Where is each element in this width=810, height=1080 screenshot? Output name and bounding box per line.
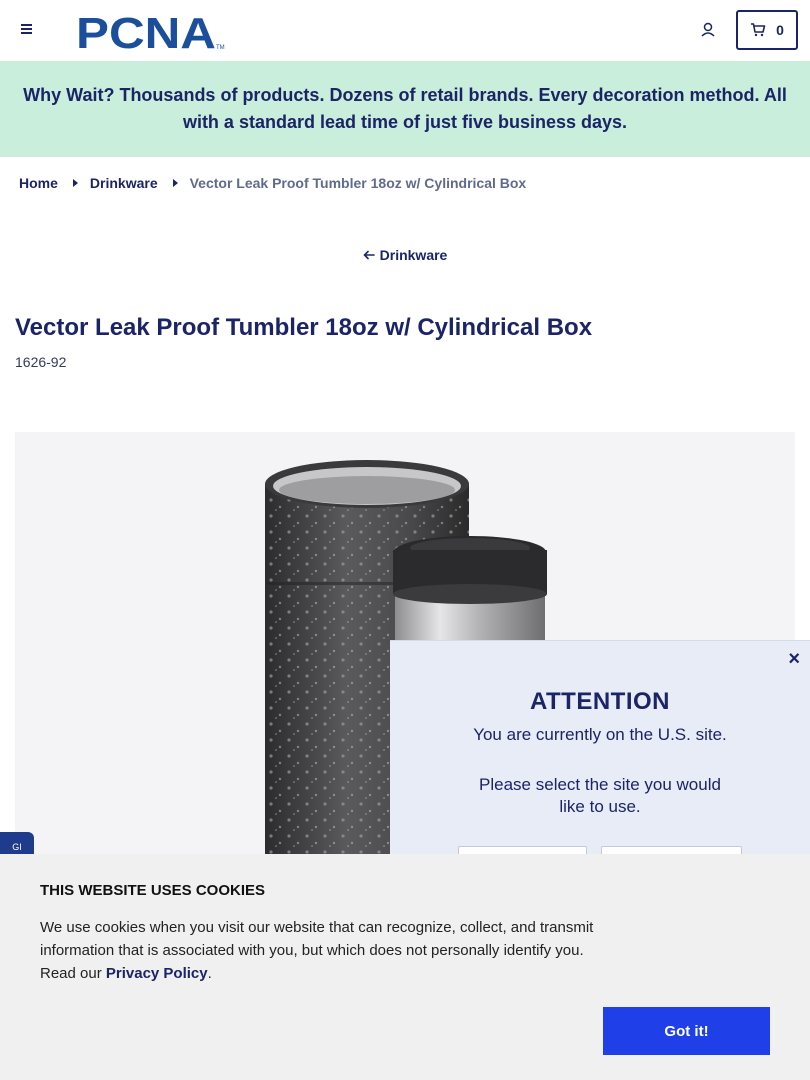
back-to-category-link[interactable]: Drinkware — [363, 247, 448, 263]
feedback-tab-label: GI — [12, 842, 22, 852]
pcna-logo[interactable]: PCNA TM — [76, 11, 226, 51]
cookie-banner-text: We use cookies when you visit our websit… — [40, 916, 610, 985]
back-link-label: Drinkware — [379, 247, 448, 263]
breadcrumb-current: Vector Leak Proof Tumbler 18oz w/ Cylind… — [189, 175, 527, 191]
arrow-left-icon — [363, 250, 375, 260]
modal-title: ATTENTION — [529, 688, 671, 715]
product-title: Vector Leak Proof Tumbler 18oz w/ Cylind… — [15, 314, 593, 341]
breadcrumb-caret-icon — [172, 179, 178, 187]
cookie-banner: THIS WEBSITE USES COOKIES We use cookies… — [0, 854, 810, 1080]
cart-icon — [751, 23, 766, 37]
product-sku: 1626-92 — [15, 354, 67, 370]
accept-cookies-button[interactable]: Got it! — [603, 1007, 770, 1055]
breadcrumb-home[interactable]: Home — [19, 175, 58, 191]
svg-text:TM: TM — [216, 45, 225, 51]
back-link-row: Drinkware — [0, 247, 810, 263]
breadcrumb-caret-icon — [72, 179, 78, 187]
breadcrumb-drinkware[interactable]: Drinkware — [90, 175, 158, 191]
menu-icon[interactable] — [18, 21, 38, 39]
close-icon[interactable]: × — [788, 649, 800, 669]
promo-banner-text: Why Wait? Thousands of products. Dozens … — [23, 85, 787, 132]
svg-text:PCNA: PCNA — [76, 11, 216, 51]
site-selection-modal: × ATTENTION You are currently on the U.S… — [390, 640, 810, 886]
promo-banner: Why Wait? Thousands of products. Dozens … — [0, 61, 810, 157]
site-header: PCNA TM 0 — [0, 0, 810, 61]
privacy-policy-link[interactable]: Privacy Policy — [106, 965, 208, 982]
modal-current-site-text: You are currently on the U.S. site. — [473, 725, 727, 744]
cart-count: 0 — [776, 22, 784, 38]
breadcrumb: Home Drinkware Vector Leak Proof Tumbler… — [19, 175, 526, 191]
cookie-text-end: . — [207, 965, 212, 982]
cart-button[interactable]: 0 — [736, 10, 798, 50]
cookie-banner-title: THIS WEBSITE USES COOKIES — [40, 882, 266, 899]
modal-select-site-text: Please select the site you would like to… — [479, 775, 721, 816]
account-icon[interactable] — [698, 20, 718, 40]
